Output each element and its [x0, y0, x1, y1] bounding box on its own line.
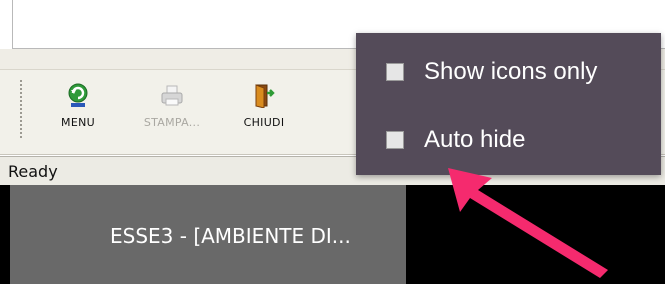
print-button-label: STAMPA...: [143, 116, 201, 129]
show-icons-only-label: Show icons only: [424, 58, 598, 85]
taskbar-item-label: ESSE3 - [AMBIENTE DI...: [110, 224, 351, 248]
taskbar-item[interactable]: ESSE3 - [AMBIENTE DI...: [10, 185, 406, 284]
show-icons-only-checkbox[interactable]: [386, 63, 404, 81]
close-button-label: CHIUDI: [243, 116, 285, 129]
print-button[interactable]: STAMPA...: [140, 82, 204, 140]
printer-icon: [140, 82, 204, 108]
pointer-arrow-icon: [448, 168, 608, 278]
close-button[interactable]: CHIUDI: [232, 82, 296, 140]
menu-button[interactable]: MENU: [46, 82, 110, 140]
toolbar-grip[interactable]: [20, 80, 26, 138]
exit-door-icon: [232, 82, 296, 108]
status-text: Ready: [8, 162, 58, 181]
auto-hide-checkbox[interactable]: [386, 131, 404, 149]
context-menu: Show icons only Auto hide: [356, 33, 661, 175]
show-icons-only-option[interactable]: Show icons only: [386, 55, 597, 89]
menu-button-label: MENU: [61, 116, 95, 129]
auto-hide-option[interactable]: Auto hide: [386, 123, 525, 157]
menu-refresh-icon: [46, 82, 110, 108]
auto-hide-label: Auto hide: [424, 126, 526, 153]
